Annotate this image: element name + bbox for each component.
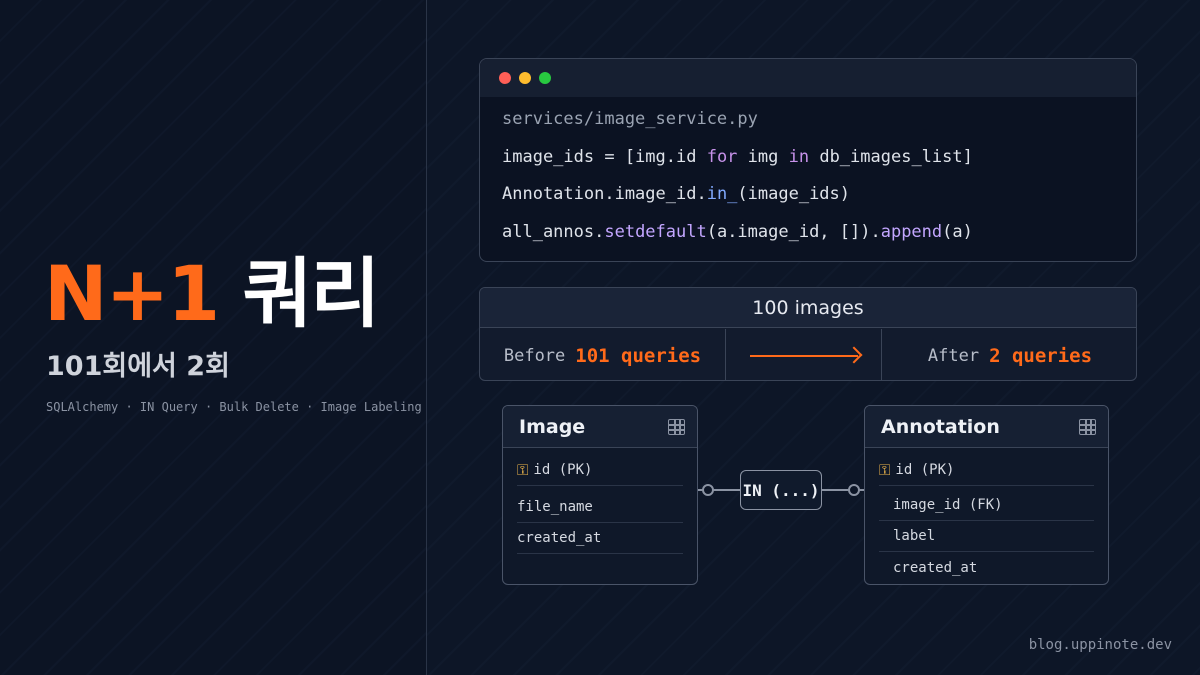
arrow-right-icon <box>749 346 862 363</box>
code-keyword: in <box>788 147 810 167</box>
column-name: created_at <box>517 530 602 546</box>
query-comparison: 100 images Before 101 queries After 2 qu… <box>479 287 1137 381</box>
annotation-row-label: label <box>879 521 1094 552</box>
code-function: in_ <box>706 184 738 204</box>
title-main: 쿼리 <box>242 249 381 338</box>
code-text: (image_ids) <box>737 184 851 204</box>
key-icon: ⚿ <box>879 461 891 479</box>
table-icon <box>1079 419 1096 435</box>
code-function: setdefault <box>604 222 707 242</box>
close-dot-icon <box>499 72 511 84</box>
code-text: img <box>737 147 789 167</box>
connector-dot-right <box>848 484 860 496</box>
annotation-row-image-id: image_id (FK) <box>879 490 1094 521</box>
column-name: created_at <box>893 559 978 576</box>
column-name: image_id (FK) <box>893 497 1003 513</box>
annotation-row-id: ⚿ id (PK) <box>879 455 1094 486</box>
before-cell: Before 101 queries <box>480 329 726 380</box>
subtitle: 101회에서 2회 <box>46 351 230 382</box>
image-row-created-at: created_at <box>517 523 683 554</box>
table-icon <box>668 419 685 435</box>
annotation-table: Annotation ⚿ id (PK) image_id (FK) label … <box>864 405 1109 585</box>
code-line-2: Annotation.image_id.in_(image_ids) <box>502 184 850 204</box>
column-name: id (PK) <box>895 462 955 478</box>
column-name: label <box>893 528 936 544</box>
footer-url: blog.uppinote.dev <box>1028 637 1172 653</box>
code-text: db_images_list] <box>809 147 973 167</box>
code-window: services/image_service.py image_ids = [i… <box>479 58 1137 262</box>
maximize-dot-icon <box>539 72 551 84</box>
code-filename: services/image_service.py <box>502 109 758 129</box>
code-function: append <box>880 222 943 242</box>
image-row-file-name: file_name <box>517 492 683 523</box>
code-window-titlebar <box>480 59 1136 97</box>
before-label: Before <box>503 345 566 366</box>
code-text: (a) <box>942 222 973 242</box>
code-line-1: image_ids = [img.id for img in db_images… <box>502 147 973 167</box>
title-accent: N+1 <box>44 249 220 338</box>
after-label: After <box>927 345 980 366</box>
code-line-3: all_annos.setdefault(a.image_id, []).app… <box>502 222 973 242</box>
key-icon: ⚿ <box>517 461 529 479</box>
annotation-table-title: Annotation <box>881 416 1000 438</box>
after-cell: After 2 queries <box>882 329 1136 380</box>
image-table: Image ⚿ id (PK) file_name created_at <box>502 405 698 585</box>
comparison-row: Before 101 queries After 2 queries <box>480 329 1136 380</box>
connector-dot-left <box>702 484 714 496</box>
code-text: image_ids = [img.id <box>502 147 707 167</box>
image-row-id: ⚿ id (PK) <box>517 455 683 486</box>
image-table-header: Image <box>503 406 697 448</box>
image-table-title: Image <box>519 416 586 438</box>
arrow-cell <box>726 329 882 380</box>
before-value: 101 queries <box>575 344 702 367</box>
minimize-dot-icon <box>519 72 531 84</box>
code-text: all_annos. <box>502 222 605 242</box>
column-name: id (PK) <box>533 462 593 478</box>
in-query-node: IN (...) <box>740 470 822 510</box>
tag-list: SQLAlchemy · IN Query · Bulk Delete · Im… <box>46 400 422 414</box>
code-text: Annotation.image_id. <box>502 184 707 204</box>
column-name: file_name <box>517 499 593 515</box>
after-value: 2 queries <box>989 344 1093 367</box>
code-text: (a.image_id, []). <box>706 222 881 242</box>
page-title: N+1 쿼리 <box>44 232 381 342</box>
code-keyword: for <box>706 147 738 167</box>
annotation-table-header: Annotation <box>865 406 1108 448</box>
annotation-row-created-at: created_at <box>879 552 1094 583</box>
comparison-header: 100 images <box>480 288 1136 328</box>
